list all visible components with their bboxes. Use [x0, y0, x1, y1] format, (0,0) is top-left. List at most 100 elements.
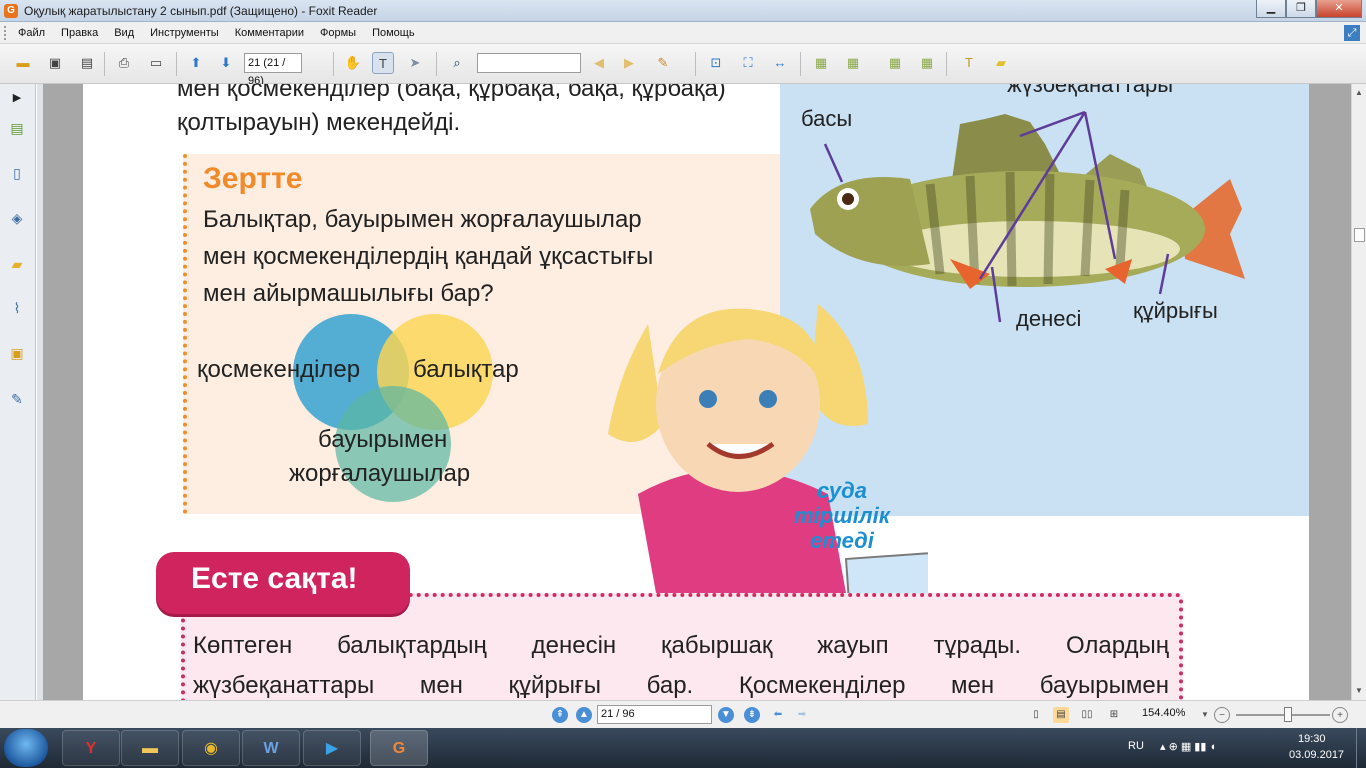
- fish-label-fins: жүзбеқанаттары: [1007, 84, 1174, 97]
- pdf-icon[interactable]: ▦: [810, 52, 832, 74]
- show-desktop-button[interactable]: [1356, 728, 1366, 768]
- menu-view[interactable]: Вид: [106, 22, 142, 44]
- signatures-icon[interactable]: ✎: [7, 389, 27, 409]
- start-button[interactable]: [4, 729, 48, 767]
- clock-date[interactable]: 03.09.2017: [1289, 749, 1344, 761]
- layers-icon[interactable]: ◈: [7, 208, 27, 228]
- zoom-dropdown-icon[interactable]: ▼: [1197, 707, 1213, 723]
- fit-page-icon[interactable]: ⛶: [737, 52, 759, 74]
- menu-file[interactable]: Файл: [10, 22, 53, 44]
- fit-width-icon[interactable]: ↔: [769, 52, 791, 74]
- sign-line: тіршілік: [794, 503, 890, 528]
- note-icon[interactable]: ▰: [990, 52, 1012, 74]
- find-icon[interactable]: ⌕: [446, 52, 468, 74]
- girl-pigtail-left: [608, 324, 663, 442]
- find-next-icon[interactable]: ▶: [618, 52, 640, 74]
- page-number-field[interactable]: 21 (21 / 96): [244, 53, 302, 87]
- next-page-icon[interactable]: ⬇: [215, 52, 237, 74]
- comments-icon[interactable]: ▰: [7, 254, 27, 274]
- tray-icons[interactable]: ▴ ⊕ ▦ ▮▮ ◖: [1160, 740, 1216, 753]
- menu-edit[interactable]: Правка: [53, 22, 106, 44]
- zoom-out-icon[interactable]: −: [1214, 707, 1230, 723]
- toolbar-separator: [436, 52, 437, 76]
- media-player-icon[interactable]: ▶: [303, 730, 361, 766]
- fish-pupil: [842, 193, 854, 205]
- expand-toolbar-icon[interactable]: ⤢: [1344, 25, 1360, 41]
- window-controls: ▁ ❐ ✕: [1256, 0, 1362, 18]
- foxit-logo-icon: G: [4, 3, 18, 18]
- status-bar: ⇞ ▲ 21 / 96 ▼ ⇟ ⬅ ➡ ▯ ▤ ▯▯ ⊞ 154.40% ▼ −…: [0, 700, 1366, 728]
- menu-tools[interactable]: Инструменты: [142, 22, 227, 44]
- remember-body: Көптеген балықтардың денесін қабыршақ жа…: [193, 626, 1169, 700]
- word-icon[interactable]: W: [242, 730, 300, 766]
- clock-time[interactable]: 19:30: [1298, 733, 1326, 745]
- pdf-export-icon[interactable]: ▦: [916, 52, 938, 74]
- scroll-down-icon[interactable]: ▼: [1352, 684, 1366, 698]
- highlight-icon[interactable]: ✎: [652, 52, 674, 74]
- next-page-icon[interactable]: ▼: [718, 707, 734, 723]
- actual-size-icon[interactable]: ⊡: [705, 52, 727, 74]
- scrollbar-thumb[interactable]: [1354, 228, 1365, 242]
- status-page-field[interactable]: 21 / 96: [597, 705, 712, 724]
- research-title: Зертте: [203, 162, 303, 195]
- vertical-scrollbar[interactable]: ▲ ▼: [1351, 84, 1366, 700]
- screen-icon[interactable]: ▭: [145, 52, 167, 74]
- facing-view-icon[interactable]: ▯▯: [1079, 707, 1095, 723]
- select-arrow-icon[interactable]: ➤: [404, 52, 426, 74]
- open-icon[interactable]: ▬: [12, 52, 34, 74]
- chrome-icon[interactable]: ◉: [182, 730, 240, 766]
- zoom-slider[interactable]: [1236, 714, 1330, 716]
- typewriter-icon[interactable]: T: [958, 52, 980, 74]
- previous-page-icon[interactable]: ⬆: [185, 52, 207, 74]
- find-previous-icon[interactable]: ◀: [588, 52, 610, 74]
- zoom-slider-thumb[interactable]: [1284, 707, 1292, 722]
- girl-eye-right: [759, 390, 777, 408]
- toolbar-separator: [800, 52, 801, 76]
- menu-help[interactable]: Помощь: [364, 22, 423, 44]
- paragraph-text: мен қосмекенділер (бақа, құрбақа, бақа, …: [177, 84, 797, 140]
- zoom-level[interactable]: 154.40%: [1142, 707, 1185, 719]
- prev-page-icon[interactable]: ▲: [576, 707, 592, 723]
- single-page-view-icon[interactable]: ▯: [1028, 707, 1044, 723]
- venn-label-amphibians: қосмекенділер: [197, 356, 361, 383]
- fish-label-tail: құйрығы: [1133, 298, 1218, 323]
- print-icon[interactable]: ⎙: [113, 52, 135, 74]
- scroll-up-icon[interactable]: ▲: [1352, 86, 1366, 100]
- save-all-icon[interactable]: ▤: [76, 52, 98, 74]
- language-indicator[interactable]: RU: [1128, 740, 1144, 752]
- attachments-icon[interactable]: ⌇: [7, 298, 27, 318]
- pdf-convert-icon[interactable]: ▦: [884, 52, 906, 74]
- create-pdf-icon[interactable]: ▦: [842, 52, 864, 74]
- save-icon[interactable]: ▣: [44, 52, 66, 74]
- last-page-icon[interactable]: ⇟: [744, 707, 760, 723]
- minimize-button[interactable]: ▁: [1256, 0, 1286, 18]
- go-forward-icon[interactable]: ➡: [794, 707, 810, 723]
- file-explorer-icon[interactable]: ▬: [121, 730, 179, 766]
- bookmarks-icon[interactable]: ▤: [7, 118, 27, 138]
- hand-tool-icon[interactable]: ✋: [342, 52, 364, 74]
- toolbar-separator: [695, 52, 696, 76]
- menu-comments[interactable]: Комментарии: [227, 22, 312, 44]
- document-viewport[interactable]: мен қосмекенділер (бақа, құрбақа, бақа, …: [43, 84, 1351, 700]
- pages-icon[interactable]: ▯: [7, 163, 27, 183]
- find-input[interactable]: [477, 53, 581, 73]
- zoom-in-icon[interactable]: +: [1332, 707, 1348, 723]
- remember-line: жүзбеқанаттары мен құйрығы бар. Қосмекен…: [193, 672, 1169, 699]
- continuous-facing-view-icon[interactable]: ⊞: [1106, 707, 1122, 723]
- expand-panel-icon[interactable]: ▶: [7, 88, 27, 108]
- first-page-icon[interactable]: ⇞: [552, 707, 568, 723]
- security-icon[interactable]: ▣: [7, 343, 27, 363]
- go-back-icon[interactable]: ⬅: [770, 707, 786, 723]
- yandex-browser-icon[interactable]: Y: [62, 730, 120, 766]
- toolbar-separator: [176, 52, 177, 76]
- select-text-icon[interactable]: T: [372, 52, 394, 74]
- continuous-view-icon[interactable]: ▤: [1053, 707, 1069, 723]
- menu-forms[interactable]: Формы: [312, 22, 364, 44]
- close-button[interactable]: ✕: [1316, 0, 1362, 18]
- navigation-panel: ▶ ▤ ▯ ◈ ▰ ⌇ ▣ ✎: [0, 84, 36, 700]
- maximize-button[interactable]: ❐: [1286, 0, 1316, 18]
- girl-illustration: [608, 304, 928, 604]
- toolbar-separator: [104, 52, 105, 76]
- fish-label-body: денесі: [1016, 306, 1082, 331]
- foxit-reader-icon[interactable]: G: [370, 730, 428, 766]
